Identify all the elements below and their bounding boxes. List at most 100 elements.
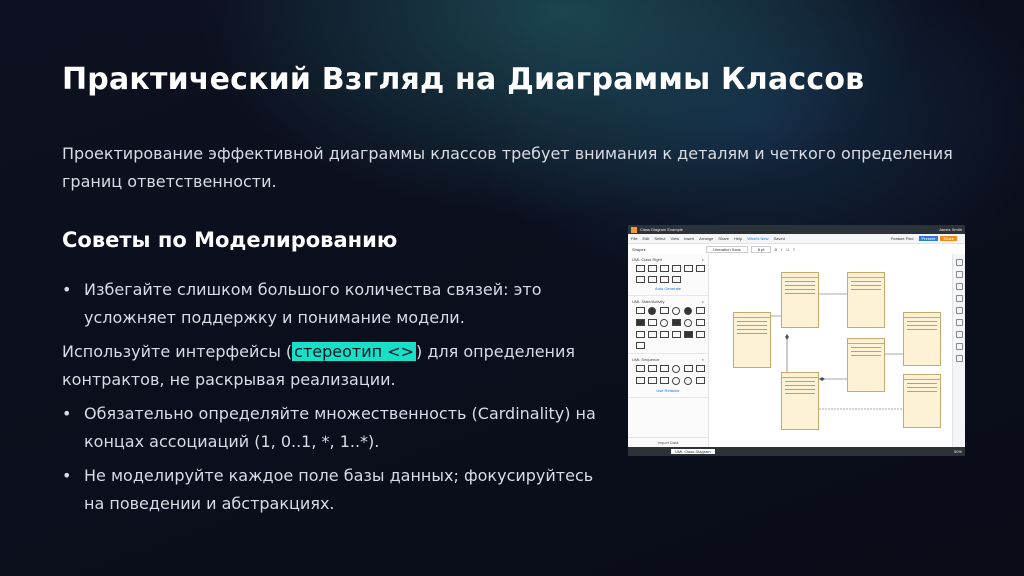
- shape-icon: [660, 276, 669, 283]
- app-statusbar: UML Class Diagram 50%: [628, 447, 965, 456]
- library-section: UML State/Activity ×: [628, 296, 708, 354]
- menu-help: Help: [734, 236, 743, 241]
- shape-icon: [684, 331, 693, 338]
- font-select: Liberation Sans: [706, 245, 748, 253]
- feature-find: Feature Find: [890, 236, 914, 241]
- shape-icon: [636, 265, 645, 272]
- library-name: UML State/Activity: [632, 299, 665, 304]
- saved-status: Saved: [773, 236, 785, 241]
- shape-icon: [696, 319, 705, 326]
- stereotype-highlight: стереотип <>: [292, 342, 416, 361]
- shape-icon: [672, 276, 681, 283]
- uml-class-box: [903, 312, 941, 366]
- shape-icon: [696, 307, 705, 314]
- shape-icon: [660, 265, 669, 272]
- font-size-select: 8 pt: [750, 245, 772, 253]
- app-body: UML Class Right × Auto Generate UML Stat…: [628, 254, 965, 447]
- close-icon: ×: [701, 357, 704, 362]
- section-heading: Советы по Моделированию: [62, 228, 398, 252]
- auto-generate-link: Auto Generate: [654, 286, 682, 291]
- tip-text: Обязательно определяйте множественность …: [84, 404, 596, 451]
- shape-icon: [660, 377, 669, 384]
- uml-class-box: [903, 374, 941, 428]
- tool-icon: [955, 295, 963, 302]
- shape-icon: [648, 365, 657, 372]
- tool-icon: [955, 271, 963, 278]
- uml-class-box: [781, 372, 819, 430]
- shape-icon: [660, 365, 669, 372]
- align-icon: ≡: [793, 246, 796, 252]
- whats-new-link: What's New: [747, 236, 769, 241]
- shape-icon: [684, 377, 692, 385]
- shape-icon: [660, 319, 668, 327]
- shape-icon: [696, 331, 705, 338]
- shape-icon: [648, 265, 657, 272]
- shape-icon: [648, 276, 657, 283]
- menu-file: File: [631, 236, 638, 241]
- import-data-button: Import Data: [628, 437, 708, 447]
- window-title: Class Diagram Example: [640, 227, 683, 232]
- underline-icon: U: [786, 246, 790, 252]
- present-button: Present: [918, 236, 939, 241]
- shape-grid: [636, 365, 705, 385]
- library-section: UML Class Right × Auto Generate: [628, 254, 708, 296]
- close-icon: ×: [701, 257, 704, 262]
- shape-icon: [636, 377, 645, 384]
- shape-icon: [660, 307, 669, 314]
- tip-text-before: Используйте интерфейсы (: [62, 342, 293, 361]
- bullet: •: [62, 280, 72, 299]
- shape-icon: [672, 265, 681, 272]
- shapes-tab: Shapes: [632, 246, 646, 252]
- uml-class-box: [733, 312, 771, 368]
- slide-intro: Проектирование эффективной диаграммы кла…: [62, 144, 953, 191]
- shape-icon: [672, 365, 680, 373]
- tool-icon: [955, 343, 963, 350]
- tip-item: • Не моделируйте каждое поле базы данных…: [62, 462, 602, 518]
- tip-text: Избегайте слишком большого количества св…: [84, 280, 542, 327]
- tip-item-interfaces: Используйте интерфейсы (стереотип <>) дл…: [62, 338, 602, 394]
- right-tool-rail: [952, 254, 965, 447]
- shape-icon: [684, 265, 693, 272]
- share-button: Share: [940, 236, 957, 241]
- page-tab: UML Class Diagram: [671, 449, 715, 454]
- uml-class-box: [847, 338, 885, 392]
- app-titlebar: Class Diagram Example James Smith: [628, 225, 965, 234]
- library-name: UML Sequence: [632, 357, 660, 362]
- app-menubar: File Edit Select View Insert Arrange Sha…: [628, 234, 965, 244]
- user-name: James Smith: [938, 227, 962, 232]
- shape-icon: [648, 319, 657, 326]
- tool-icon: [955, 319, 963, 326]
- tool-icon: [955, 283, 963, 290]
- menu-edit: Edit: [642, 236, 650, 241]
- shape-icon: [636, 319, 645, 326]
- shape-icon: [648, 377, 657, 384]
- shape-icon: [684, 307, 692, 315]
- shape-library-panel: UML Class Right × Auto Generate UML Stat…: [628, 254, 709, 447]
- shape-icon: [636, 331, 645, 338]
- menu-select: Select: [654, 236, 666, 241]
- tips-list: • Избегайте слишком большого количества …: [62, 276, 602, 524]
- shape-icon: [636, 307, 645, 314]
- menu-share: Share: [718, 236, 730, 241]
- menu-view: View: [670, 236, 680, 241]
- bullet: •: [62, 466, 72, 485]
- uml-class-box: [781, 272, 819, 328]
- shape-icon: [648, 307, 656, 315]
- diagram-canvas: [709, 254, 953, 447]
- uml-class-box: [847, 272, 885, 328]
- shape-icon: [636, 365, 645, 372]
- shape-icon: [636, 276, 645, 283]
- menu-insert: Insert: [684, 236, 695, 241]
- shape-icon: [696, 265, 705, 272]
- shape-icon: [696, 377, 705, 384]
- shape-icon: [684, 319, 692, 327]
- shape-icon: [696, 365, 705, 372]
- bullet: •: [62, 404, 72, 423]
- tip-item: • Обязательно определяйте множественност…: [62, 400, 602, 456]
- shape-icon: [684, 365, 693, 372]
- italic-icon: I: [781, 246, 783, 252]
- zoom-level: 50%: [953, 449, 962, 454]
- close-icon: ×: [701, 299, 704, 304]
- shape-grid: [636, 307, 705, 349]
- use-refactor-link: Use Refactor: [656, 388, 680, 393]
